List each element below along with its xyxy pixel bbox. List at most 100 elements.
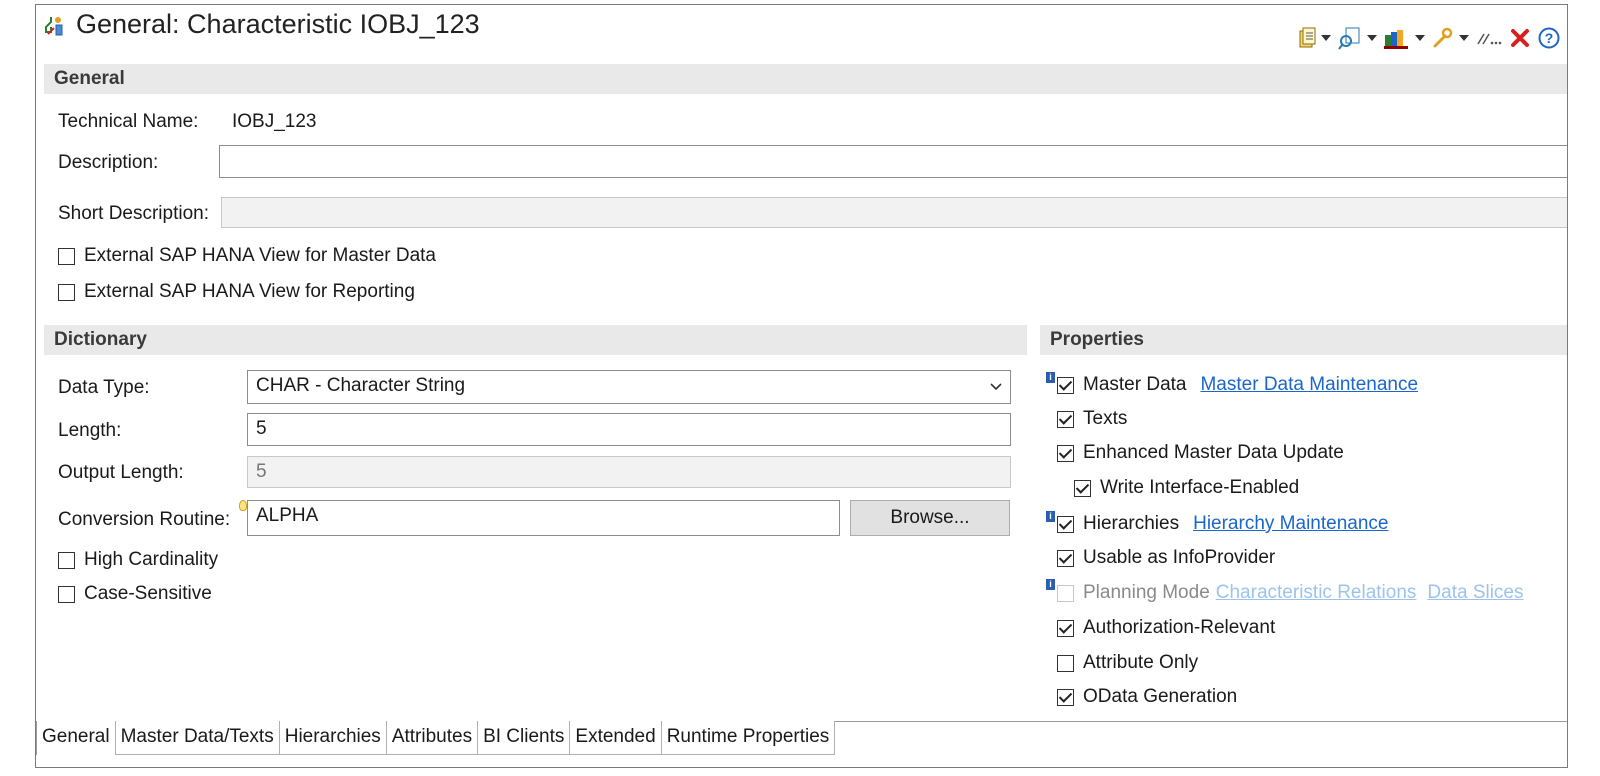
short-description-input[interactable] (221, 197, 1567, 228)
enhanced-update-option[interactable]: Enhanced Master Data Update (1057, 442, 1344, 464)
help-icon: ? (1538, 27, 1560, 49)
case-sensitive-option[interactable]: Case-Sensitive (58, 583, 212, 605)
data-type-select[interactable]: CHAR - Character String (247, 370, 1011, 404)
browse-button[interactable]: Browse... (850, 500, 1010, 536)
authorization-option[interactable]: Authorization-Relevant (1057, 617, 1275, 639)
case-sensitive-label: Case-Sensitive (84, 583, 212, 604)
master-data-maintenance-link[interactable]: Master Data Maintenance (1200, 374, 1418, 396)
close-icon (1511, 29, 1529, 47)
texts-checkbox[interactable] (1057, 410, 1074, 428)
tab-extended[interactable]: Extended (570, 721, 662, 755)
description-label: Description: (58, 152, 159, 173)
short-description-label: Short Description: (58, 203, 210, 224)
conversion-routine-input[interactable]: ALPHA (247, 500, 840, 536)
tab-hierarchies[interactable]: Hierarchies (279, 721, 387, 755)
info-icon: i (1046, 372, 1055, 383)
write-interface-label: Write Interface-Enabled (1100, 477, 1300, 498)
info-icon: i (1046, 511, 1055, 522)
help-button[interactable]: ? (1538, 27, 1560, 49)
odata-checkbox[interactable] (1057, 688, 1074, 706)
hana-master-data-option[interactable]: External SAP HANA View for Master Data (58, 245, 436, 267)
hana-reporting-label: External SAP HANA View for Reporting (84, 281, 415, 302)
authorization-label: Authorization-Relevant (1083, 617, 1276, 638)
attribute-only-label: Attribute Only (1083, 652, 1199, 673)
find-menu-button[interactable] (1338, 26, 1377, 50)
length-input[interactable]: 5 (247, 413, 1011, 446)
document-icon (1299, 27, 1316, 48)
master-data-option[interactable]: Master Data Master Data Maintenance (1057, 374, 1418, 396)
hierarchies-checkbox[interactable] (1057, 515, 1074, 533)
high-cardinality-label: High Cardinality (84, 549, 219, 570)
books-icon (1384, 30, 1408, 49)
output-length-input[interactable]: 5 (247, 456, 1011, 488)
infoprovider-checkbox[interactable] (1057, 549, 1074, 567)
document-menu-button[interactable] (1298, 27, 1331, 49)
description-input[interactable] (219, 145, 1567, 178)
texts-label: Texts (1083, 408, 1128, 429)
window-title: General: Characteristic IOBJ_123 (76, 9, 480, 39)
authorization-checkbox[interactable] (1057, 619, 1074, 637)
tab-runtime-properties[interactable]: Runtime Properties (661, 721, 836, 755)
odata-option[interactable]: OData Generation (1057, 686, 1237, 708)
high-cardinality-option[interactable]: High Cardinality (58, 549, 218, 571)
attribute-only-option[interactable]: Attribute Only (1057, 652, 1198, 674)
title-bar: General: Characteristic IOBJ_123 ? (36, 5, 1567, 50)
case-sensitive-checkbox[interactable] (58, 585, 75, 603)
hierarchy-maintenance-link[interactable]: Hierarchy Maintenance (1193, 513, 1388, 535)
link-button[interactable] (1476, 30, 1502, 46)
find-icon (1338, 27, 1360, 50)
close-button[interactable] (1509, 27, 1531, 49)
write-interface-checkbox[interactable] (1074, 479, 1091, 497)
svg-text:?: ? (1545, 30, 1554, 46)
toolbar: ? (1298, 23, 1567, 53)
general-section-header: General (44, 64, 1567, 94)
data-type-value: CHAR - Character String (256, 375, 466, 396)
planning-mode-checkbox (1057, 584, 1074, 602)
info-icon: i (1046, 579, 1055, 590)
books-menu-button[interactable] (1384, 27, 1425, 49)
properties-section-header: Properties (1040, 325, 1567, 355)
high-cardinality-checkbox[interactable] (58, 551, 75, 569)
hierarchies-label: Hierarchies (1083, 513, 1180, 534)
write-interface-option[interactable]: Write Interface-Enabled (1074, 477, 1299, 499)
texts-option[interactable]: Texts (1057, 408, 1127, 430)
technical-name-value: IOBJ_123 (232, 111, 317, 132)
odata-label: OData Generation (1083, 686, 1238, 707)
editor-tabs: General Master Data/Texts Hierarchies At… (36, 721, 836, 755)
characteristic-icon (45, 17, 63, 36)
chevron-down-icon (990, 383, 1002, 391)
tab-general[interactable]: General (36, 721, 116, 755)
length-label: Length: (58, 420, 122, 441)
tools-menu-button[interactable] (1432, 27, 1469, 49)
infoprovider-option[interactable]: Usable as InfoProvider (1057, 547, 1275, 569)
lightbulb-icon (239, 500, 247, 511)
planning-mode-label: Planning Mode (1083, 582, 1210, 603)
chevron-down-icon (1459, 35, 1469, 41)
hierarchies-option[interactable]: Hierarchies Hierarchy Maintenance (1057, 513, 1388, 535)
chevron-down-icon (1367, 35, 1377, 41)
tab-attributes[interactable]: Attributes (386, 721, 479, 755)
wrench-icon (1433, 27, 1453, 48)
master-data-checkbox[interactable] (1057, 376, 1074, 394)
tab-master-data-texts[interactable]: Master Data/Texts (115, 721, 280, 755)
data-slices-link: Data Slices (1427, 582, 1524, 603)
enhanced-update-label: Enhanced Master Data Update (1083, 442, 1344, 463)
master-data-label: Master Data (1083, 374, 1187, 395)
infoprovider-label: Usable as InfoProvider (1083, 547, 1276, 568)
tab-bi-clients[interactable]: BI Clients (478, 721, 571, 755)
editor-frame: General: Characteristic IOBJ_123 ? Gener… (35, 4, 1568, 768)
technical-name-label: Technical Name: (58, 111, 199, 132)
hana-reporting-option[interactable]: External SAP HANA View for Reporting (58, 281, 415, 303)
conversion-routine-label: Conversion Routine: (58, 509, 231, 530)
link-icon (1477, 33, 1502, 45)
hana-master-data-label: External SAP HANA View for Master Data (84, 245, 437, 266)
data-type-label: Data Type: (58, 377, 150, 398)
planning-mode-option: Planning Mode Characteristic Relations D… (1057, 582, 1524, 604)
characteristic-relations-link: Characteristic Relations (1215, 582, 1417, 603)
hana-reporting-checkbox[interactable] (58, 283, 75, 301)
attribute-only-checkbox[interactable] (1057, 654, 1074, 672)
output-length-label: Output Length: (58, 462, 184, 483)
enhanced-update-checkbox[interactable] (1057, 444, 1074, 462)
hana-master-data-checkbox[interactable] (58, 247, 75, 265)
chevron-down-icon (1321, 35, 1331, 41)
